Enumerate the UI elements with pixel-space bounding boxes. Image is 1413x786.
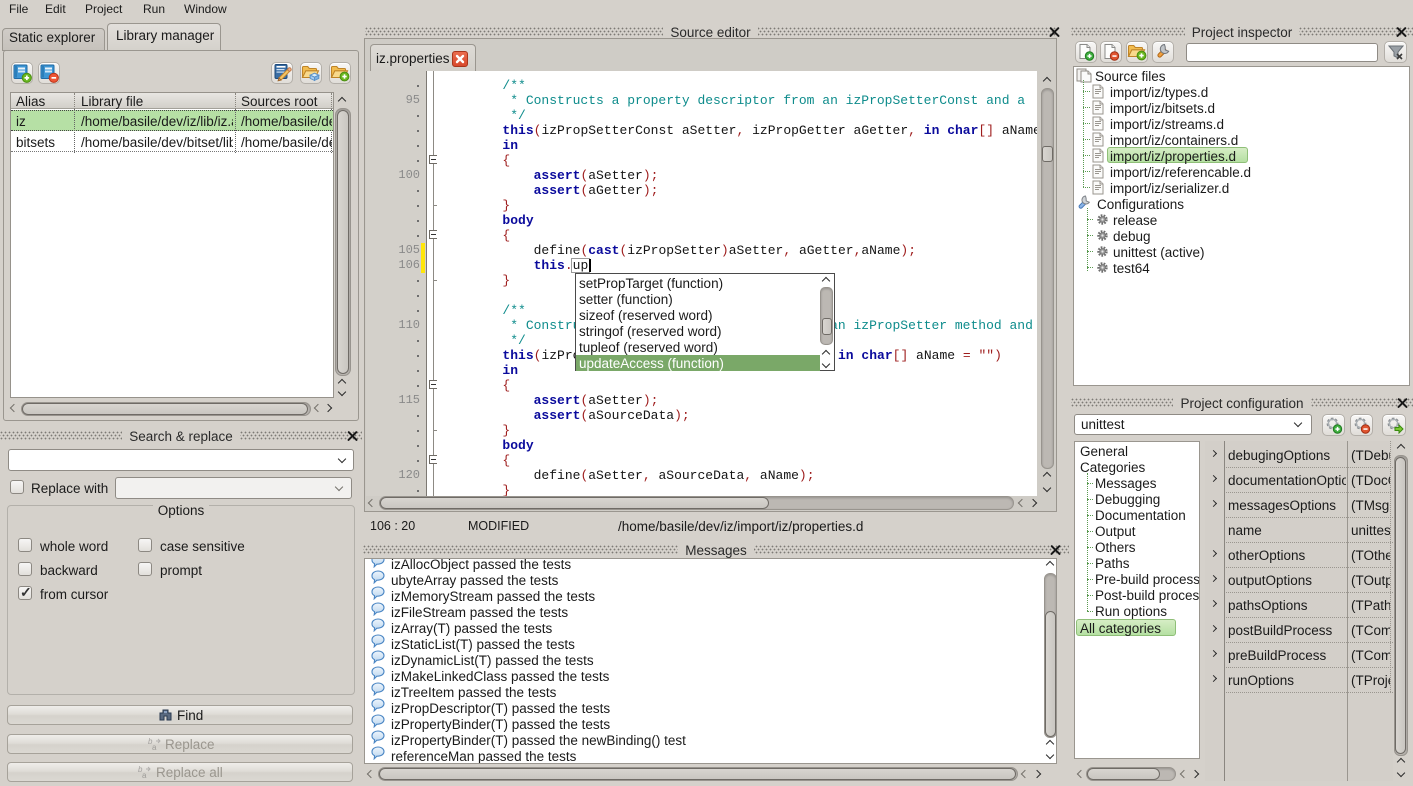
svg-text:a: a [142, 771, 147, 779]
svg-text:a: a [152, 743, 157, 751]
